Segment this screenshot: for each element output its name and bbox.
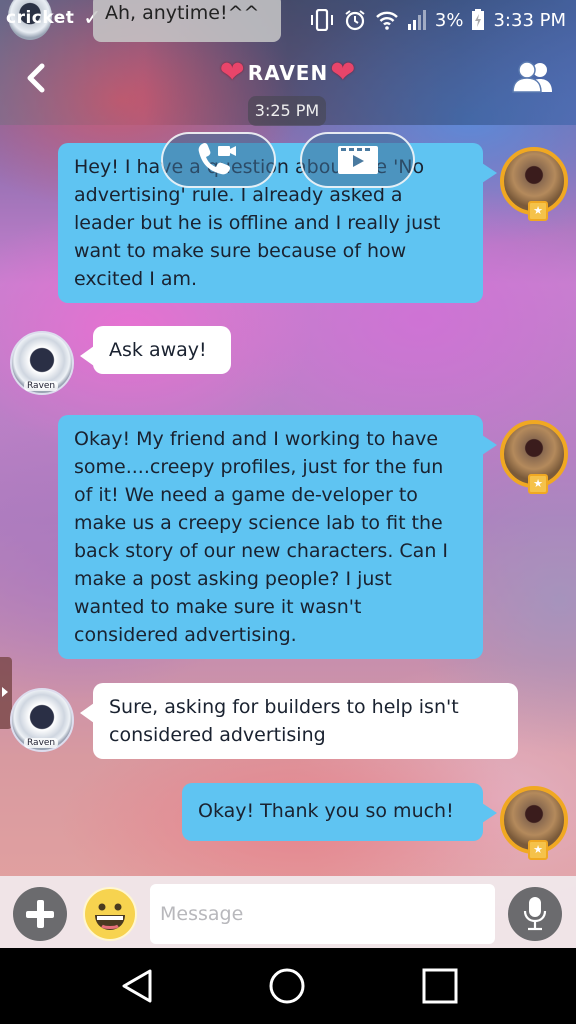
message-bubble-sent[interactable]: Okay! My friend and I working to have so… <box>58 415 497 659</box>
level-badge-icon: ★ <box>528 840 548 860</box>
composer-bar <box>0 876 576 948</box>
my-avatar[interactable]: ★ <box>500 147 568 221</box>
nav-home-button[interactable] <box>267 966 307 1006</box>
members-icon <box>512 61 552 93</box>
message-text: Sure, asking for builders to help isn't … <box>109 696 459 746</box>
circle-home-icon <box>269 968 305 1004</box>
my-avatar[interactable]: ★ <box>500 420 568 494</box>
alarm-icon <box>343 8 367 32</box>
system-nav-bar <box>0 948 576 1024</box>
level-badge-icon: ★ <box>528 474 548 494</box>
nav-back-button[interactable] <box>117 966 157 1006</box>
message-text: Okay! My friend and I working to have so… <box>74 428 448 646</box>
contact-avatar[interactable]: Raven <box>10 688 74 752</box>
message-bubble-received[interactable]: Sure, asking for builders to help isn't … <box>80 683 518 759</box>
chat-title-text: RAVEN <box>247 61 329 85</box>
battery-percent: 3% <box>434 9 464 31</box>
signal-icon <box>407 10 427 30</box>
add-attachment-button[interactable] <box>13 887 67 941</box>
my-avatar[interactable]: ★ <box>500 786 568 860</box>
contact-avatar[interactable]: Raven <box>10 331 74 395</box>
phone-video-icon <box>198 142 236 175</box>
chat-title[interactable]: ❤ RAVEN ❤ <box>0 58 576 88</box>
members-button[interactable] <box>510 60 556 94</box>
heart-icon: ❤ <box>330 55 357 90</box>
voice-record-button[interactable] <box>508 887 562 941</box>
avatar-tag: Raven <box>24 381 59 391</box>
message-text: Okay! Thank you so much! <box>198 800 454 822</box>
message-input[interactable] <box>150 884 495 944</box>
grinning-face-icon <box>95 903 125 930</box>
status-bar: cricket ✓ Ah, anytime!^^ 3% 3:33 PM <box>0 0 576 42</box>
message-bubble-sent[interactable]: Okay! Thank you so much! <box>182 783 497 841</box>
vibrate-icon <box>309 9 335 31</box>
timestamp: 3:25 PM <box>248 96 326 126</box>
triangle-back-icon <box>122 969 152 1003</box>
battery-charging-icon <box>471 9 485 31</box>
level-badge-icon: ★ <box>528 201 548 221</box>
voice-call-button[interactable] <box>161 132 276 188</box>
wifi-icon <box>375 10 399 30</box>
microphone-icon <box>523 897 547 931</box>
video-button[interactable] <box>300 132 415 188</box>
avatar-tag: Raven <box>24 738 59 748</box>
notification-preview[interactable]: Ah, anytime!^^ <box>93 0 281 42</box>
square-recents-icon <box>422 968 458 1004</box>
film-play-icon <box>337 146 378 174</box>
emoji-button[interactable] <box>83 887 137 941</box>
carrier-label: cricket <box>6 8 75 28</box>
message-bubble-received[interactable]: Ask away! <box>80 326 231 374</box>
message-text: Ask away! <box>109 339 207 361</box>
notification-text: Ah, anytime!^^ <box>105 2 260 24</box>
clock: 3:33 PM <box>493 9 566 31</box>
nav-recents-button[interactable] <box>420 966 460 1006</box>
heart-icon: ❤ <box>219 55 246 90</box>
